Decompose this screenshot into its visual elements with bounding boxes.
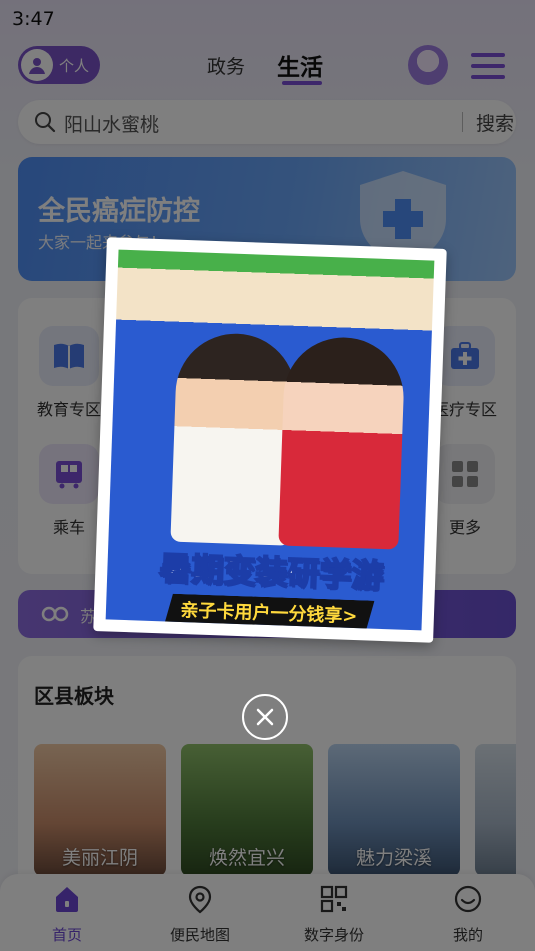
- promo-popup-tag[interactable]: 亲子卡用户一分钱享>: [163, 593, 374, 630]
- promo-popup[interactable]: 暑期变装研学游 亲子卡用户一分钱享>: [93, 237, 447, 643]
- promo-popup-title: 暑期变装研学游: [158, 548, 385, 596]
- promo-popup-image: 暑期变装研学游 亲子卡用户一分钱享>: [105, 249, 435, 631]
- girl-figure: [278, 335, 406, 550]
- close-popup-button[interactable]: [242, 694, 288, 740]
- close-icon: [256, 708, 274, 726]
